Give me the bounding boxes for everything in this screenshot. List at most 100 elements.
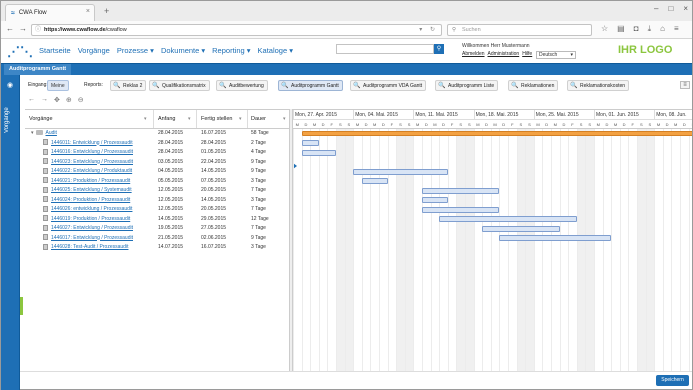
network-logo-icon[interactable]: ⋰⋱	[7, 44, 33, 60]
browser-search-field[interactable]: ⚲ Suchen	[447, 24, 592, 36]
resize-grip[interactable]	[20, 297, 23, 315]
zoom-in-icon[interactable]: ⊕	[66, 96, 72, 104]
task-link[interactable]: 1446016: Entwicklung / Prozessaudit	[51, 149, 133, 155]
task-link[interactable]: 1446011: Entwicklung / Prozessaudit	[51, 140, 133, 146]
forward-icon[interactable]: →	[19, 24, 27, 33]
table-row[interactable]: 1446027: Entwicklung / Prozessaudit 19.05…	[25, 224, 289, 234]
report-reklamationskosten[interactable]: 🔍 Reklamationskosten	[567, 80, 630, 91]
table-row[interactable]: 1446023: Entwicklung / Prozessaudit 03.05…	[25, 158, 289, 168]
column-menu-icon[interactable]: ▾	[188, 116, 191, 122]
app-search-input[interactable]	[336, 44, 434, 54]
download-icon[interactable]: ⤓	[648, 24, 652, 34]
help-link[interactable]: Hilfe	[522, 51, 532, 57]
column-header-vorgaenge[interactable]: Vorgänge	[29, 116, 53, 122]
task-bar[interactable]	[353, 168, 448, 175]
menu-icon[interactable]: ≡	[680, 81, 690, 89]
task-bar[interactable]	[301, 140, 319, 146]
arrow-right-icon[interactable]: →	[41, 96, 48, 104]
column-header-anfang[interactable]: Anfang	[158, 116, 175, 122]
hamburger-menu-icon[interactable]: ≡	[674, 24, 679, 34]
reload-icon[interactable]: ▾ ↻	[419, 25, 438, 36]
administration-link[interactable]: Administration	[488, 51, 520, 57]
table-row[interactable]: 1446028: Test-Audit / Prozessaudit 14.07.…	[25, 243, 289, 253]
task-bar[interactable]	[422, 206, 500, 213]
new-tab-icon[interactable]: +	[104, 6, 109, 16]
language-select[interactable]: Deutsch ▾	[536, 51, 576, 59]
task-link[interactable]: 1446028: Test-Audit / Prozessaudit	[51, 244, 128, 250]
address-bar[interactable]: ⓘ https://www.cwaflow.de/cwaflow ▾ ↻	[31, 24, 442, 36]
collapse-arrow-icon[interactable]: ◉	[7, 81, 13, 89]
minimize-icon[interactable]: –	[654, 4, 658, 13]
task-bar[interactable]	[482, 225, 560, 232]
nav-dokumente[interactable]: Dokumente ▾	[161, 46, 205, 55]
nav-reporting[interactable]: Reporting ▾	[212, 46, 250, 55]
report-auditbewertung[interactable]: 🔍 Auditbewertung	[216, 80, 268, 91]
task-link[interactable]: 1446023: Entwicklung / Prozessaudit	[51, 159, 133, 165]
tab-auditprogramm-gantt[interactable]: Auditprogramm Gantt	[4, 64, 72, 75]
column-menu-icon[interactable]: ▾	[283, 116, 286, 122]
table-row[interactable]: 1446026: entwicklung / Prozessaudit 12.05…	[25, 205, 289, 215]
table-row[interactable]: ▾ Audit 28.04.2015 16.07.2015 58 Tage	[25, 129, 289, 139]
table-row[interactable]: 1446025: Entwicklung / Systemaudit 12.05.…	[25, 186, 289, 196]
report-reklamationen[interactable]: 🔍 Reklamationen	[508, 80, 559, 91]
column-divider[interactable]	[196, 110, 197, 128]
reading-list-icon[interactable]: ▤	[617, 24, 625, 34]
site-info-icon[interactable]: ⓘ	[35, 25, 41, 36]
maximize-icon[interactable]: □	[668, 4, 673, 13]
close-tab-icon[interactable]: ×	[86, 8, 90, 15]
collapse-icon[interactable]: ▾	[31, 130, 34, 136]
table-row[interactable]: 1446021: Produktion / Prozessaudit 05.05.…	[25, 177, 289, 187]
report-reklas-2[interactable]: 🔍 Reklas 2	[110, 80, 147, 91]
meine-filter-button[interactable]: Meine	[47, 80, 69, 91]
task-link[interactable]: 1446027: Entwicklung / Prozessaudit	[51, 225, 133, 231]
task-link[interactable]: 1446024: Produktion / Prozessaudit	[51, 197, 130, 203]
side-panel[interactable]: ◉ Vorgänge	[1, 75, 23, 390]
back-icon[interactable]: ←	[6, 24, 14, 33]
report-qualifikationsmatrix[interactable]: 🔍 Qualifikationsmatrix	[149, 80, 210, 91]
move-icon[interactable]: ✥	[54, 96, 60, 104]
save-button[interactable]: Speichern	[656, 375, 689, 386]
task-bar[interactable]	[499, 235, 612, 241]
task-bar[interactable]	[422, 197, 448, 203]
report-auditprogramm-liste[interactable]: 🔍 Auditprogramm Liste	[435, 80, 499, 91]
summary-task-bar[interactable]	[301, 131, 692, 136]
report-auditprogramm-vda-gantt[interactable]: 🔍 Auditprogramm VDA Gantt	[350, 80, 427, 91]
column-divider[interactable]	[247, 110, 248, 128]
browser-tab[interactable]: ≈ CWA Flow ×	[5, 4, 95, 21]
column-menu-icon[interactable]: ▾	[144, 116, 147, 122]
column-menu-icon[interactable]: ▾	[239, 116, 242, 122]
column-divider[interactable]	[153, 110, 154, 128]
nav-startseite[interactable]: Startseite	[39, 46, 71, 55]
arrow-left-icon[interactable]: ←	[28, 96, 35, 104]
logout-link[interactable]: Abmelden	[462, 51, 485, 57]
task-link[interactable]: 1446019: Produktion / Prozessaudit	[51, 216, 130, 222]
table-row[interactable]: 1446022: Entwicklung / Produktaudit 04.05…	[25, 167, 289, 177]
table-row[interactable]: 1446019: Produktion / Prozessaudit 14.05.…	[25, 215, 289, 225]
task-bar[interactable]	[439, 216, 577, 222]
pocket-icon[interactable]: ◘	[634, 24, 639, 34]
report-auditprogramm-gantt[interactable]: 🔍 Auditprogramm Gantt	[278, 80, 343, 91]
task-link[interactable]: 1446026: entwicklung / Prozessaudit	[51, 206, 132, 212]
home-icon[interactable]: ⌂	[660, 24, 665, 34]
task-link[interactable]: Audit	[46, 130, 57, 136]
task-bar[interactable]	[361, 178, 388, 184]
table-row[interactable]: 1446017: Entwicklung / Prozessaudit 21.05…	[25, 234, 289, 244]
column-header-fertig-stellen[interactable]: Fertig stellen	[201, 116, 233, 122]
zoom-out-icon[interactable]: ⊖	[78, 96, 84, 104]
task-link[interactable]: 1446017: Entwicklung / Prozessaudit	[51, 235, 133, 241]
task-link[interactable]: 1446021: Produktion / Prozessaudit	[51, 178, 130, 184]
nav-kataloge[interactable]: Kataloge ▾	[258, 46, 293, 55]
column-header-dauer[interactable]: Dauer	[251, 116, 266, 122]
close-window-icon[interactable]: ×	[683, 4, 688, 13]
nav-prozesse[interactable]: Prozesse ▾	[117, 46, 154, 55]
nav-vorgaenge[interactable]: Vorgänge	[78, 46, 110, 55]
star-icon[interactable]: ☆	[601, 24, 608, 34]
table-row[interactable]: 1446011: Entwicklung / Prozessaudit 28.04…	[25, 139, 289, 149]
table-row[interactable]: 1446016: Entwicklung / Prozessaudit 28.04…	[25, 148, 289, 158]
task-bar[interactable]	[301, 149, 336, 156]
task-link[interactable]: 1446022: Entwicklung / Produktaudit	[51, 168, 132, 174]
task-bar[interactable]	[422, 187, 500, 194]
app-search-button[interactable]: ⚲	[434, 44, 444, 54]
table-row[interactable]: 1446024: Produktion / Prozessaudit 12.05.…	[25, 196, 289, 206]
task-link[interactable]: 1446025: Entwicklung / Systemaudit	[51, 187, 132, 193]
